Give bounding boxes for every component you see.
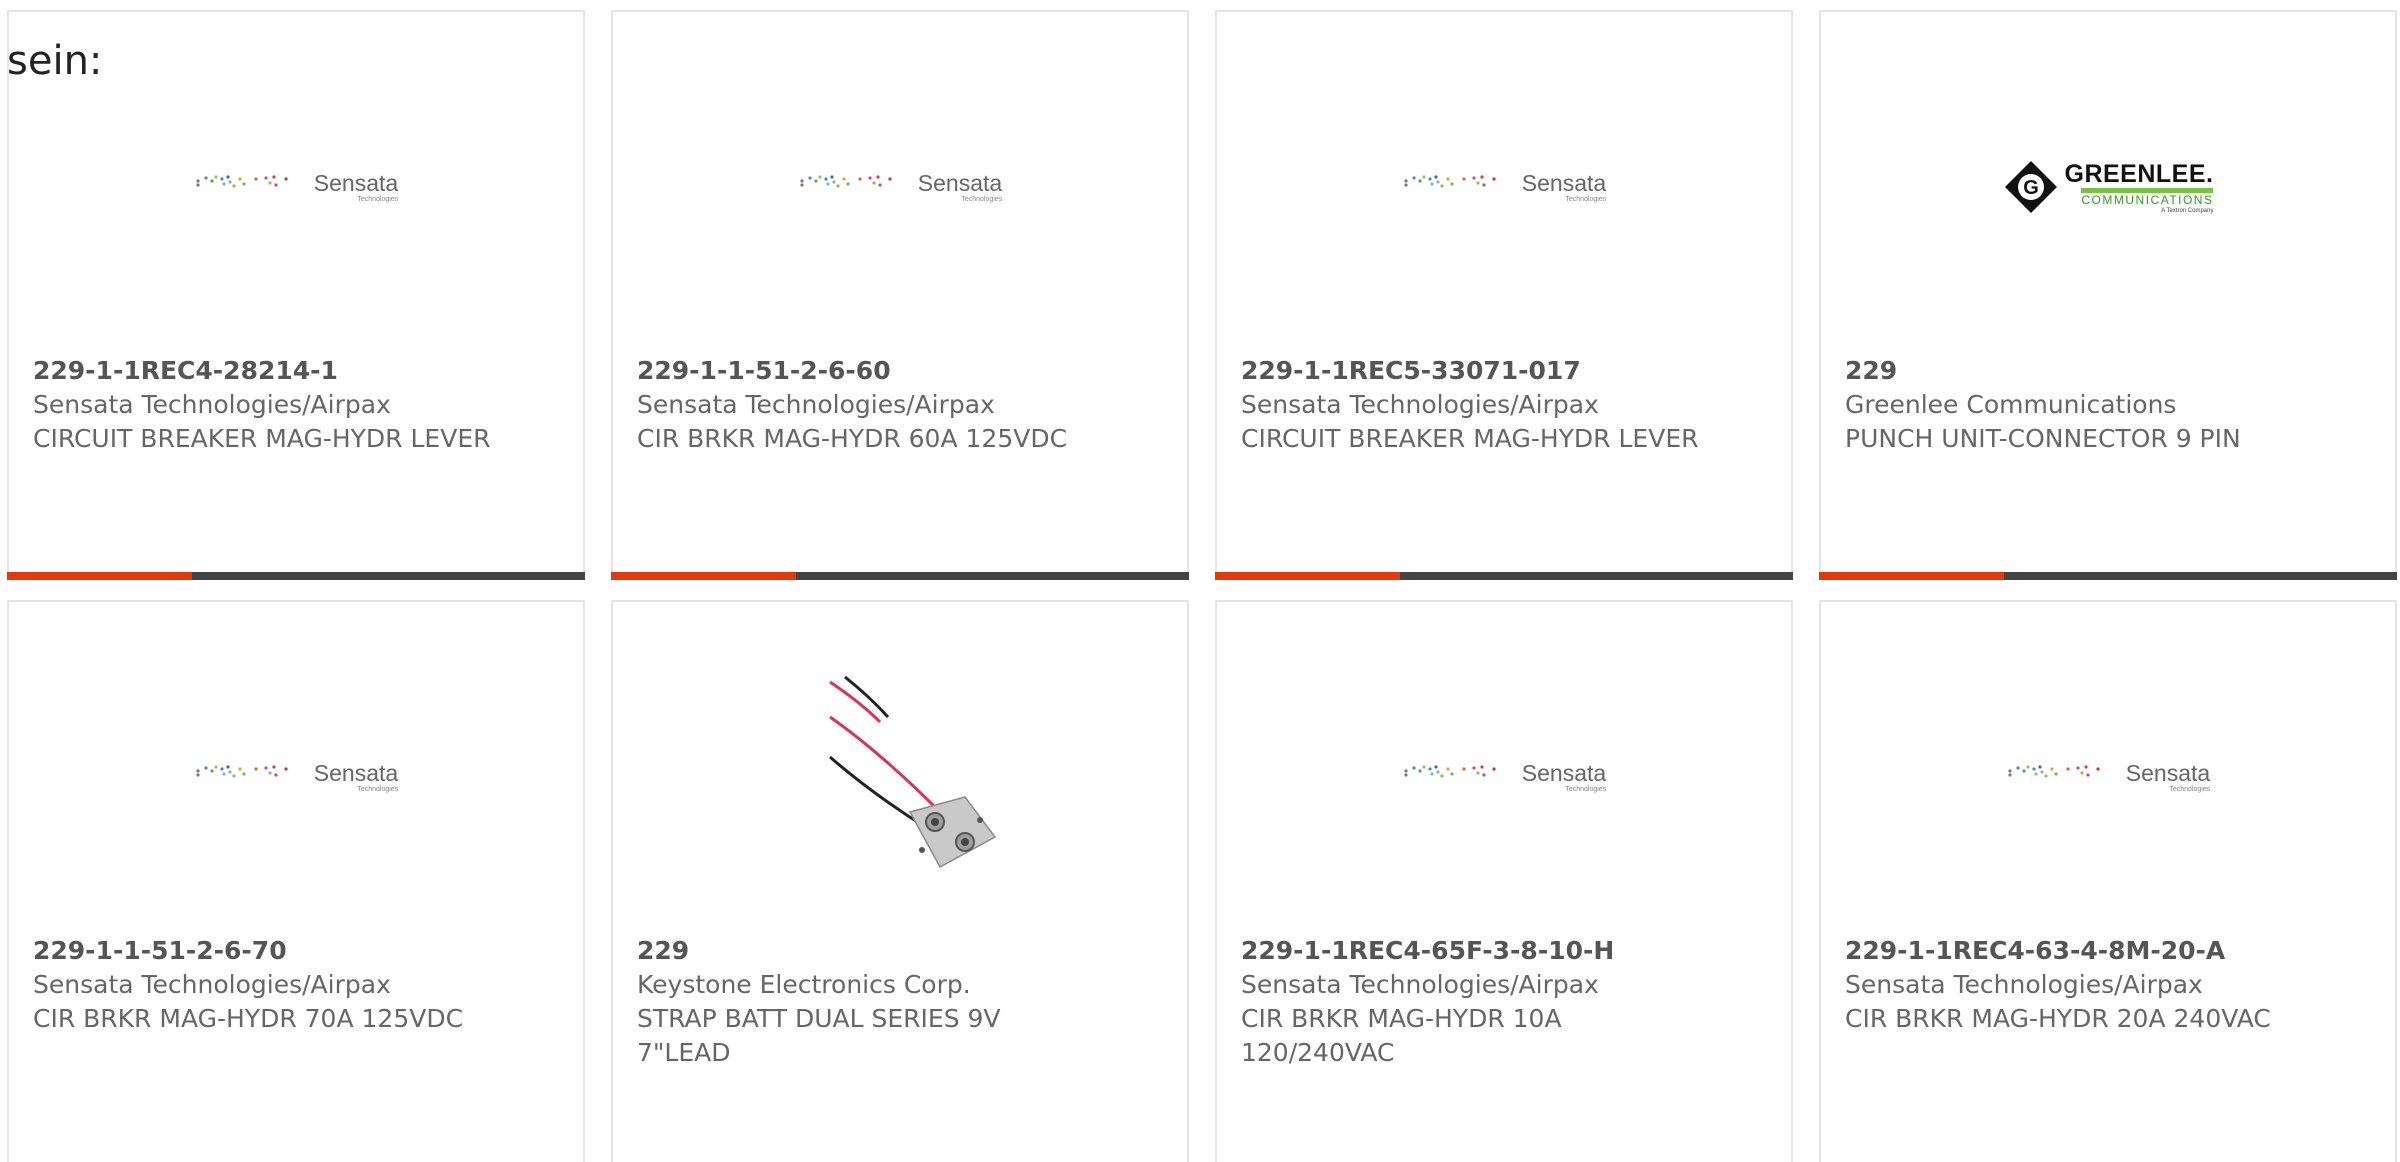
product-card[interactable]: G GREENLEE. COMMUNICATIONS A Textron Com… xyxy=(1819,10,2397,580)
sensata-logo-sub: Technologies xyxy=(961,195,1003,203)
product-info: 229-1-1REC4-28214-1 Sensata Technologies… xyxy=(33,354,493,456)
greenlee-logo-textron: A Textron Company xyxy=(2161,207,2214,214)
product-card[interactable]: Sensata Technologies 229-1-1-51-2-6-70 S… xyxy=(7,600,585,1162)
card-accent-bar xyxy=(1215,572,1793,580)
sensata-logo: Sensata Technologies xyxy=(613,72,1187,302)
battery-strap-photo xyxy=(613,662,1187,892)
sensata-logo: Sensata Technologies xyxy=(1217,662,1791,892)
description: CIR BRKR MAG-HYDR 60A 125VDC xyxy=(637,424,1068,453)
greenlee-logo-comm: COMMUNICATIONS xyxy=(2081,187,2214,207)
sensata-logo-name: Sensata xyxy=(1521,759,1607,786)
sensata-dots-icon xyxy=(2008,764,2100,778)
part-number[interactable]: 229 xyxy=(1845,354,2305,388)
description: CIR BRKR MAG-HYDR 70A 125VDC xyxy=(33,1004,464,1033)
product-info: 229 Greenlee Communications PUNCH UNIT-C… xyxy=(1845,354,2305,456)
description: CIRCUIT BREAKER MAG-HYDR LEVER xyxy=(1241,424,1699,453)
sensata-logo-name: Sensata xyxy=(2125,759,2211,786)
sensata-logo: Sensata Technologies xyxy=(9,72,583,302)
part-number[interactable]: 229-1-1REC4-28214-1 xyxy=(33,354,493,388)
sensata-logo-name: Sensata xyxy=(917,169,1003,196)
part-number[interactable]: 229-1-1-51-2-6-60 xyxy=(637,354,1097,388)
sensata-logo: Sensata Technologies xyxy=(9,662,583,892)
sensata-logo-name: Sensata xyxy=(313,759,399,786)
description: PUNCH UNIT-CONNECTOR 9 PIN xyxy=(1845,424,2241,453)
product-card[interactable]: Sensata Technologies 229-1-1REC4-65F-3-8… xyxy=(1215,600,1793,1162)
greenlee-mark-letter: G xyxy=(2023,177,2039,199)
part-number[interactable]: 229-1-1REC4-65F-3-8-10-H xyxy=(1241,934,1701,968)
sensata-logo: Sensata Technologies xyxy=(1821,662,2395,892)
product-info: 229-1-1REC4-65F-3-8-10-H Sensata Technol… xyxy=(1241,934,1701,1070)
sensata-logo: Sensata Technologies xyxy=(1217,72,1791,302)
sensata-dots-icon xyxy=(196,764,288,778)
manufacturer: Sensata Technologies/Airpax xyxy=(33,390,391,419)
product-info: 229 Keystone Electronics Corp. STRAP BAT… xyxy=(637,934,1097,1070)
product-card[interactable]: Sensata Technologies 229-1-1REC5-33071-0… xyxy=(1215,10,1793,580)
sensata-logo-sub: Technologies xyxy=(357,195,399,203)
sensata-logo-name: Sensata xyxy=(313,169,399,196)
product-info: 229-1-1REC4-63-4-8M-20-A Sensata Technol… xyxy=(1845,934,2305,1036)
sensata-dots-icon xyxy=(196,174,288,188)
product-info: 229-1-1-51-2-6-60 Sensata Technologies/A… xyxy=(637,354,1097,456)
description: CIR BRKR MAG-HYDR 20A 240VAC xyxy=(1845,1004,2271,1033)
manufacturer: Sensata Technologies/Airpax xyxy=(33,970,391,999)
product-card[interactable]: 229 Keystone Electronics Corp. STRAP BAT… xyxy=(611,600,1189,1162)
description: CIR BRKR MAG-HYDR 10A 120/240VAC xyxy=(1241,1004,1562,1067)
sensata-dots-icon xyxy=(800,174,892,188)
greenlee-diamond-icon: G xyxy=(2004,161,2057,213)
sensata-logo-sub: Technologies xyxy=(2169,785,2211,793)
sensata-dots-icon xyxy=(1404,174,1496,188)
greenlee-logo-name: GREENLEE. xyxy=(2064,159,2214,188)
manufacturer: Sensata Technologies/Airpax xyxy=(1241,970,1599,999)
description: STRAP BATT DUAL SERIES 9V 7"LEAD xyxy=(637,1004,1001,1067)
product-grid-page: sein: Sensata Technologies 229-1-1REC4-2… xyxy=(0,0,2400,1162)
battery-strap-image xyxy=(790,672,1010,882)
manufacturer: Sensata Technologies/Airpax xyxy=(637,390,995,419)
intro-text: sein: xyxy=(7,38,103,84)
product-info: 229-1-1-51-2-6-70 Sensata Technologies/A… xyxy=(33,934,493,1036)
manufacturer: Keystone Electronics Corp. xyxy=(637,970,971,999)
sensata-logo-sub: Technologies xyxy=(1565,195,1607,203)
product-card[interactable]: Sensata Technologies 229-1-1REC4-28214-1… xyxy=(7,10,585,580)
part-number[interactable]: 229-1-1REC5-33071-017 xyxy=(1241,354,1701,388)
card-accent-bar xyxy=(1819,572,2397,580)
greenlee-logo: G GREENLEE. COMMUNICATIONS A Textron Com… xyxy=(1821,72,2395,302)
sensata-logo-sub: Technologies xyxy=(1565,785,1607,793)
part-number[interactable]: 229-1-1REC4-63-4-8M-20-A xyxy=(1845,934,2305,968)
description: CIRCUIT BREAKER MAG-HYDR LEVER xyxy=(33,424,491,453)
product-card[interactable]: Sensata Technologies 229-1-1-51-2-6-60 S… xyxy=(611,10,1189,580)
product-info: 229-1-1REC5-33071-017 Sensata Technologi… xyxy=(1241,354,1701,456)
sensata-dots-icon xyxy=(1404,764,1496,778)
sensata-logo-name: Sensata xyxy=(1521,169,1607,196)
card-accent-bar xyxy=(7,572,585,580)
card-accent-bar xyxy=(611,572,1189,580)
manufacturer: Sensata Technologies/Airpax xyxy=(1845,970,2203,999)
product-card[interactable]: Sensata Technologies 229-1-1REC4-63-4-8M… xyxy=(1819,600,2397,1162)
manufacturer: Sensata Technologies/Airpax xyxy=(1241,390,1599,419)
sensata-logo-sub: Technologies xyxy=(357,785,399,793)
part-number[interactable]: 229-1-1-51-2-6-70 xyxy=(33,934,493,968)
manufacturer: Greenlee Communications xyxy=(1845,390,2177,419)
part-number[interactable]: 229 xyxy=(637,934,1097,968)
